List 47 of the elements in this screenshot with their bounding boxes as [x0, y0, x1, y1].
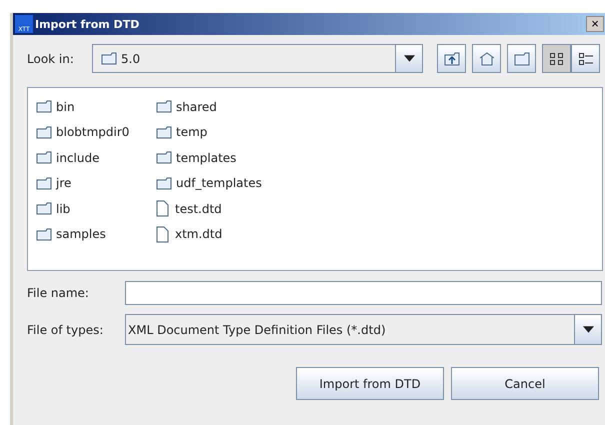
file-item[interactable]: templates: [148, 145, 288, 170]
file-item[interactable]: include: [28, 145, 148, 170]
window-title: Import from DTD: [35, 18, 140, 30]
file-item[interactable]: jre: [28, 170, 148, 196]
folder-up-icon: [444, 52, 460, 66]
folder-icon: [36, 176, 52, 190]
file-types-label: File of types:: [27, 322, 104, 336]
look-in-dropdown[interactable]: 5.0: [92, 44, 423, 73]
caret-icon: [582, 326, 594, 333]
look-in-label: Look in:: [27, 52, 75, 66]
file-item[interactable]: temp: [148, 120, 288, 145]
file-item[interactable]: lib: [28, 196, 148, 222]
file-item[interactable]: udf_templates: [148, 170, 288, 196]
home-button[interactable]: [472, 44, 501, 73]
new-folder-button[interactable]: [507, 44, 536, 73]
folder-icon: [156, 176, 172, 190]
folder-icon: [36, 228, 52, 241]
file-item[interactable]: bin: [28, 94, 148, 120]
details-view-icon: [578, 52, 594, 66]
folder-icon: [36, 202, 52, 216]
file-item[interactable]: shared: [148, 94, 288, 120]
up-button[interactable]: [437, 44, 466, 73]
folder-icon: [36, 151, 52, 164]
folder-icon: [514, 52, 530, 66]
folder-icon: [36, 126, 52, 139]
file-types-dropdown[interactable]: XML Document Type Definition Files (*.dtd): [125, 314, 602, 345]
document-icon: [156, 200, 169, 218]
file-item[interactable]: test.dtd: [148, 196, 288, 222]
file-name-field[interactable]: [125, 281, 602, 305]
document-icon: [156, 226, 169, 243]
home-icon: [478, 52, 494, 66]
folder-icon: [156, 126, 172, 139]
file-item[interactable]: samples: [28, 222, 148, 247]
file-item[interactable]: blobtmpdir0: [28, 120, 148, 145]
folder-icon: [101, 52, 117, 65]
import-button[interactable]: Import from DTD: [296, 367, 444, 400]
close-button[interactable]: ×: [586, 16, 604, 32]
caret-icon: [404, 55, 414, 62]
details-button[interactable]: [571, 44, 600, 73]
file-name-label: File name:: [27, 286, 90, 300]
cancel-button[interactable]: Cancel: [451, 367, 599, 400]
folder-icon: [156, 100, 172, 114]
list-view-icon: [548, 52, 564, 66]
file-item[interactable]: xtm.dtd: [148, 222, 288, 247]
folder-icon: [156, 151, 172, 164]
list-button[interactable]: [542, 44, 571, 73]
folder-icon: [36, 100, 52, 114]
